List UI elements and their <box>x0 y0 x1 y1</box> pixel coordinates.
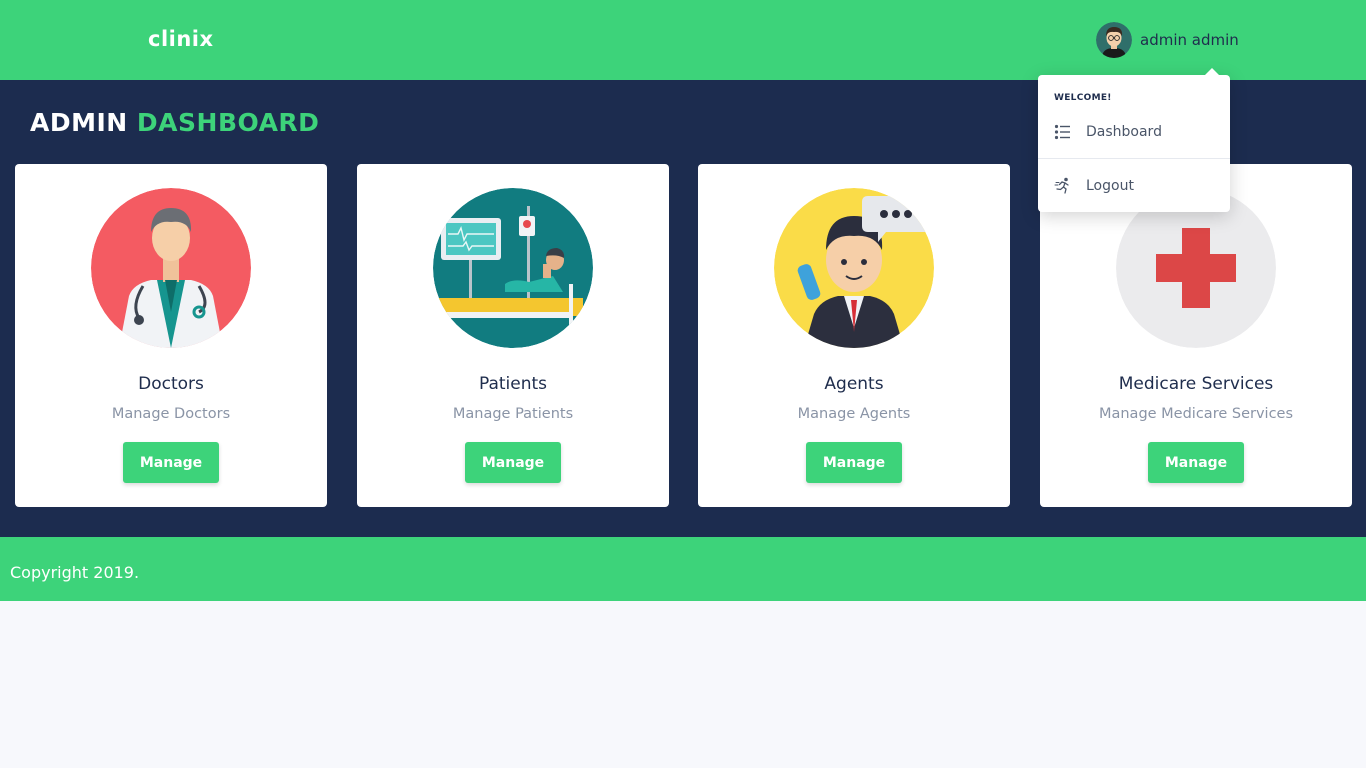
card-patients: Patients Manage Patients Manage <box>357 164 669 507</box>
list-icon <box>1054 123 1072 141</box>
running-person-icon <box>1054 177 1072 195</box>
card-title: Patients <box>478 374 548 394</box>
card-agents: Agents Manage Agents Manage <box>698 164 1010 507</box>
dropdown-caret <box>1204 68 1220 76</box>
card-title: Medicare Services <box>1118 374 1274 394</box>
card-medicare-services: Medicare Services Manage Medicare Servic… <box>1040 164 1352 507</box>
manage-agents-button[interactable]: Manage <box>806 442 902 483</box>
manage-medicare-services-button[interactable]: Manage <box>1148 442 1244 483</box>
page-title: ADMIN DASHBOARD <box>30 108 319 137</box>
card-subtitle: Manage Patients <box>452 406 574 422</box>
medical-cross-icon <box>1116 188 1276 348</box>
dropdown-item-label: Dashboard <box>1086 124 1162 140</box>
card-subtitle: Manage Doctors <box>111 406 231 422</box>
copyright-text: Copyright 2019. <box>10 563 140 582</box>
brand-logo[interactable]: clinix <box>148 27 214 51</box>
card-doctors: Doctors Manage Doctors Manage <box>15 164 327 507</box>
user-avatar-icon <box>1096 22 1132 58</box>
dropdown-header: WELCOME! <box>1054 93 1112 103</box>
dropdown-item-label: Logout <box>1086 178 1134 194</box>
top-navbar: clinix admin admin <box>0 0 1366 80</box>
card-subtitle: Manage Medicare Services <box>1098 406 1294 422</box>
user-dropdown-menu: WELCOME! Dashboard Logout <box>1038 68 1230 212</box>
dropdown-item-logout[interactable]: Logout <box>1038 166 1230 206</box>
user-name-label: admin admin <box>1140 31 1239 49</box>
card-title: Doctors <box>138 374 204 394</box>
card-subtitle: Manage Agents <box>797 406 911 422</box>
user-menu-toggle[interactable]: admin admin <box>1096 22 1239 58</box>
dropdown-item-dashboard[interactable]: Dashboard <box>1038 112 1230 152</box>
patient-bed-illustration-icon <box>433 188 593 348</box>
footer: Copyright 2019. <box>0 537 1366 601</box>
doctor-illustration-icon <box>91 188 251 348</box>
manage-patients-button[interactable]: Manage <box>465 442 561 483</box>
card-title: Agents <box>824 374 884 394</box>
agent-phone-illustration-icon <box>774 188 934 348</box>
manage-doctors-button[interactable]: Manage <box>123 442 219 483</box>
dropdown-divider <box>1038 158 1230 159</box>
page-title-accent: DASHBOARD <box>136 108 320 137</box>
page-title-main: ADMIN <box>30 108 128 137</box>
